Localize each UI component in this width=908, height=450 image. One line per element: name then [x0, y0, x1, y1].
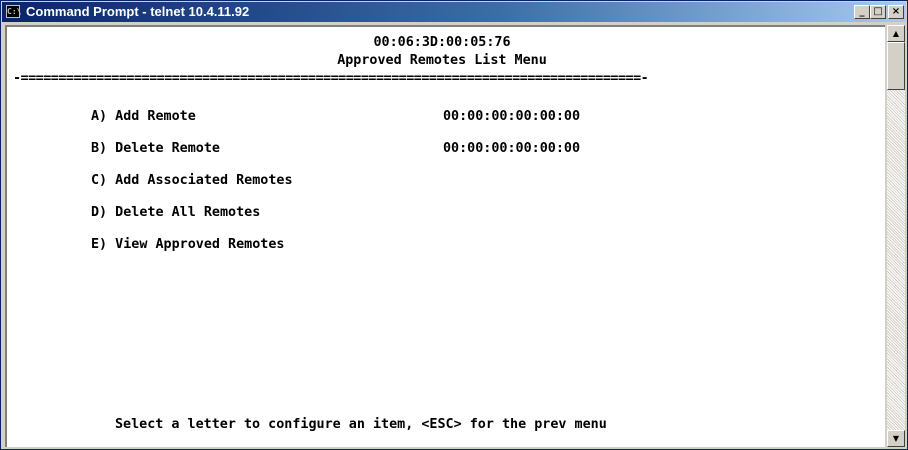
scroll-thumb[interactable] [887, 42, 905, 90]
menu-item-add-remote: A) Add Remote [91, 109, 196, 124]
mac-address: 00:06:3D:00:05:76 [373, 35, 511, 50]
add-remote-value: 00:00:00:00:00:00 [443, 109, 581, 124]
title-bar[interactable]: C:\ Command Prompt - telnet 10.4.11.92 _… [2, 2, 906, 22]
menu-title: Approved Remotes List Menu [337, 53, 547, 68]
prompt-text: Select a letter to configure an item, <E… [115, 417, 607, 432]
menu-item-view-approved-remotes: E) View Approved Remotes [91, 237, 285, 252]
cmd-icon[interactable]: C:\ [6, 5, 21, 18]
minimize-button[interactable]: _ [854, 5, 870, 19]
separator: -=======================================… [13, 71, 649, 86]
scroll-down-button[interactable]: ▼ [887, 430, 905, 447]
delete-remote-value: 00:00:00:00:00:00 [443, 141, 581, 156]
menu-item-delete-all-remotes: D) Delete All Remotes [91, 205, 261, 220]
scroll-up-button[interactable]: ▲ [887, 25, 905, 42]
menu-item-delete-remote: B) Delete Remote [91, 141, 220, 156]
vertical-scrollbar[interactable]: ▲ ▼ [887, 25, 905, 447]
close-button[interactable]: × [888, 5, 904, 19]
maximize-button[interactable]: □ [870, 5, 886, 19]
console-area[interactable]: 00:06:3D:00:05:76 Approved Remotes List … [5, 25, 885, 447]
window-title: Command Prompt - telnet 10.4.11.92 [26, 4, 250, 19]
command-prompt-window: C:\ Command Prompt - telnet 10.4.11.92 _… [0, 0, 908, 450]
menu-item-add-associated-remotes: C) Add Associated Remotes [91, 173, 293, 188]
